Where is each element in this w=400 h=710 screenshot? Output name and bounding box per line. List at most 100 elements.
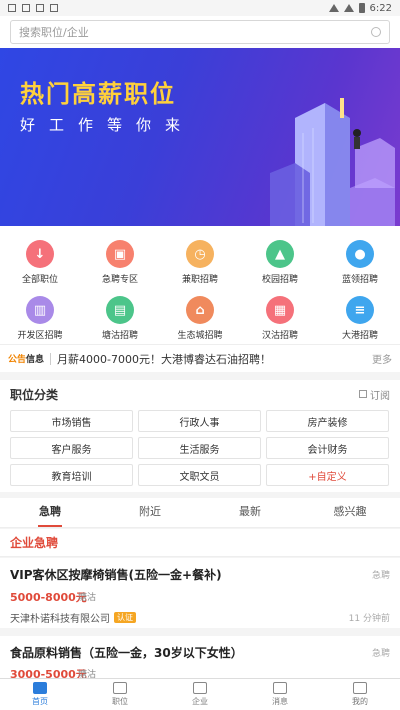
nav-profile[interactable]: 我的 — [320, 679, 400, 710]
company-name: 天津朴诺科技有限公司 — [10, 614, 110, 625]
category-all-jobs[interactable]: ↓ 全部职位 — [0, 232, 80, 286]
category-campus[interactable]: ▲ 校园招聘 — [240, 232, 320, 286]
section-title: 职位分类 — [10, 387, 59, 402]
category-grid: ↓ 全部职位 ▣ 急聘专区 ◷ 兼职招聘 ▲ 校园招聘 ● 蓝领招聘 ▥ 开发区… — [0, 226, 400, 344]
notice-bar[interactable]: 公告信息 月薪4000-7000元！大港博睿达石油招聘！ 更多 — [0, 344, 400, 372]
subscribe-button[interactable]: 订阅 — [359, 387, 390, 402]
notification-icon — [50, 4, 58, 12]
notice-text[interactable]: 月薪4000-7000元！大港博睿达石油招聘！ — [57, 351, 372, 367]
job-card[interactable]: VIP客休区按摩椅销售(五险一金+餐补) 急聘 5000-8000元 塘沽 天津… — [0, 558, 400, 634]
search-input[interactable]: 搜索职位/企业 — [10, 20, 390, 44]
subscribe-icon — [359, 390, 367, 398]
category-part-time[interactable]: ◷ 兼职招聘 — [160, 232, 240, 286]
category-label: 生态城招聘 — [177, 331, 223, 341]
category-urgent[interactable]: ▣ 急聘专区 — [80, 232, 160, 286]
city-illustration — [270, 98, 395, 226]
category-label: 全部职位 — [21, 275, 58, 285]
banner-subtitle: 好工作等你来 — [20, 116, 195, 134]
search-placeholder: 搜索职位/企业 — [19, 26, 89, 39]
nav-companies[interactable]: 企业 — [160, 679, 240, 710]
category-label: 汉沽招聘 — [261, 331, 298, 341]
subscribe-label: 订阅 — [370, 390, 390, 402]
notification-icon — [8, 4, 16, 12]
job-tag-accounting[interactable]: 会计财务 — [266, 437, 389, 459]
category-eco-city[interactable]: ⌂ 生态城招聘 — [160, 288, 240, 342]
job-card[interactable]: 食品原料销售（五险一金，30岁以下女性） 急聘 3000-5000元 塘沽 — [0, 636, 400, 681]
category-dagang[interactable]: ≡ 大港招聘 — [320, 288, 400, 342]
buildings-icon: ▦ — [266, 296, 294, 324]
signal-icon — [343, 4, 354, 12]
notice-tag: 公告信息 — [8, 352, 44, 365]
job-tag-education[interactable]: 教育培训 — [10, 464, 133, 486]
notification-icon — [36, 4, 44, 12]
job-location: 塘沽 — [78, 593, 97, 603]
briefcase-icon — [113, 682, 127, 694]
category-hangu[interactable]: ▦ 汉沽招聘 — [240, 288, 320, 342]
job-tag-clerical[interactable]: 文职文员 — [138, 464, 261, 486]
job-tag-marketing[interactable]: 市场销售 — [10, 410, 133, 432]
message-icon — [273, 682, 287, 694]
category-tanggu[interactable]: ▤ 塘沽招聘 — [80, 288, 160, 342]
document-icon: ▤ — [106, 296, 134, 324]
job-company: 天津朴诺科技有限公司 认证 — [10, 610, 136, 625]
job-salary: 5000-8000元 — [10, 591, 87, 604]
job-title: VIP客休区按摩椅销售(五险一金+餐补) — [10, 568, 222, 582]
divider — [50, 352, 52, 365]
bag-icon: ▣ — [106, 240, 134, 268]
status-bar: 6:22 — [0, 0, 400, 16]
wifi-icon — [328, 4, 339, 12]
job-tabs: 急聘 附近 最新 感兴趣 — [0, 498, 400, 528]
tab-latest[interactable]: 最新 — [200, 498, 300, 527]
job-title: 食品原料销售（五险一金，30岁以下女性） — [10, 646, 243, 660]
job-tag-life-service[interactable]: 生活服务 — [138, 437, 261, 459]
nav-messages[interactable]: 消息 — [240, 679, 320, 710]
category-label: 校园招聘 — [261, 275, 298, 285]
job-tag-admin-hr[interactable]: 行政人事 — [138, 410, 261, 432]
landmark-icon: ⌂ — [186, 296, 214, 324]
search-bar: 搜索职位/企业 — [0, 16, 400, 48]
job-tag-real-estate[interactable]: 房产装修 — [266, 410, 389, 432]
notice-tag-b: 信息 — [26, 355, 45, 365]
category-label: 大港招聘 — [341, 331, 378, 341]
person-icon: ● — [346, 240, 374, 268]
nav-jobs[interactable]: 职位 — [80, 679, 160, 710]
tab-interested[interactable]: 感兴趣 — [300, 498, 400, 527]
notice-tag-a: 公告 — [8, 355, 27, 365]
urgent-badge: 急聘 — [371, 571, 390, 581]
clock-icon: ◷ — [186, 240, 214, 268]
category-label: 蓝领招聘 — [341, 275, 378, 285]
doc-list-icon: ≡ — [346, 296, 374, 324]
graduation-cap-icon: ▲ — [266, 240, 294, 268]
status-time: 6:22 — [369, 2, 392, 14]
user-icon — [353, 682, 367, 694]
notice-more-link[interactable]: 更多 — [372, 351, 392, 366]
category-label: 塘沽招聘 — [101, 331, 138, 341]
tab-nearby[interactable]: 附近 — [100, 498, 200, 527]
nav-label: 首页 — [32, 697, 48, 706]
job-tag-customer-service[interactable]: 客户服务 — [10, 437, 133, 459]
building-icon: ▥ — [26, 296, 54, 324]
job-tag-custom-button[interactable]: +自定义 — [266, 464, 389, 486]
urgent-section-header: 企业急聘 — [0, 529, 400, 557]
banner-title: 热门高薪职位 — [20, 80, 176, 108]
download-icon: ↓ — [26, 240, 54, 268]
job-posted-time: 11 分钟前 — [348, 614, 390, 624]
battery-icon — [358, 3, 365, 13]
nav-label: 我的 — [352, 697, 368, 706]
verified-badge: 认证 — [114, 612, 136, 623]
search-icon[interactable] — [371, 27, 381, 37]
nav-label: 职位 — [112, 697, 128, 706]
job-category-section: 职位分类 订阅 市场销售 行政人事 房产装修 客户服务 生活服务 会计财务 教育… — [0, 380, 400, 492]
category-label: 兼职招聘 — [181, 275, 218, 285]
promo-banner[interactable]: 热门高薪职位 好工作等你来 — [0, 48, 400, 226]
category-blue-collar[interactable]: ● 蓝领招聘 — [320, 232, 400, 286]
nav-label: 消息 — [272, 697, 288, 706]
category-dev-zone[interactable]: ▥ 开发区招聘 — [0, 288, 80, 342]
bottom-nav: 首页 职位 企业 消息 我的 — [0, 678, 400, 710]
category-label: 急聘专区 — [101, 275, 138, 285]
urgent-badge: 急聘 — [371, 649, 390, 659]
nav-home[interactable]: 首页 — [0, 679, 80, 710]
nav-label: 企业 — [192, 697, 208, 706]
notification-icon — [22, 4, 30, 12]
tab-urgent[interactable]: 急聘 — [0, 498, 100, 527]
